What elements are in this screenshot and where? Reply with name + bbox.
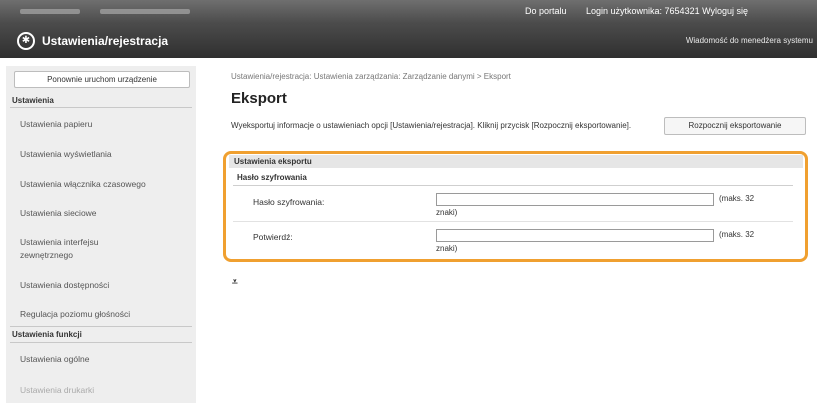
sidebar: Ponownie uruchom urządzenie Ustawienia U… [6, 66, 196, 403]
top-bar: Do portalu Login użytkownika: 7654321 Wy… [0, 0, 817, 24]
title-bar: ✱ Ustawienia/rejestracja Wiadomość do me… [0, 24, 817, 58]
portal-link[interactable]: Do portalu [525, 6, 567, 16]
export-settings-panel: Ustawienia eksportu Hasło szyfrowania Ha… [229, 155, 803, 258]
page-title: Eksport [231, 90, 287, 107]
page-description: Wyeksportuj informacje o ustawieniach op… [231, 121, 632, 130]
confirm-hint-cont: znaki) [436, 244, 458, 253]
sidebar-item-accessibility[interactable]: Ustawienia dostępności [20, 279, 185, 292]
sidebar-item-general[interactable]: Ustawienia ogólne [20, 353, 185, 366]
sidebar-item-external-interface[interactable]: Ustawienia interfejsu zewnętrznego [20, 236, 140, 262]
encryption-password-input[interactable] [436, 193, 714, 206]
admin-message-link[interactable]: Wiadomość do menedżera systemu [686, 36, 813, 45]
sidebar-item-timer[interactable]: Ustawienia włącznika czasowego [20, 178, 185, 191]
breadcrumb: Ustawienia/rejestracja: Ustawienia zarzą… [231, 72, 511, 81]
divider [233, 221, 793, 222]
divider [10, 342, 192, 343]
login-info: Login użytkownika: 7654321 Wyloguj się [586, 6, 749, 16]
sidebar-section-function: Ustawienia funkcji [12, 330, 82, 339]
confirm-password-input[interactable] [436, 229, 714, 242]
encryption-subsection-title: Hasło szyfrowania [237, 173, 307, 182]
password-label: Hasło szyfrowania: [253, 197, 325, 207]
panel-title: Ustawienia eksportu [229, 155, 803, 168]
to-top-icon[interactable]: ⩡ [232, 277, 238, 288]
sidebar-item-volume[interactable]: Regulacja poziomu głośności [20, 308, 185, 321]
password-hint-cont: znaki) [436, 208, 458, 217]
app-title: Ustawienia/rejestracja [42, 34, 169, 48]
blurred-text [20, 9, 80, 14]
sidebar-item-network[interactable]: Ustawienia sieciowe [20, 207, 185, 220]
divider [10, 326, 192, 327]
sidebar-item-paper[interactable]: Ustawienia papieru [20, 118, 185, 131]
divider [233, 185, 793, 186]
confirm-hint: (maks. 32 [719, 230, 755, 239]
password-hint: (maks. 32 [719, 194, 755, 203]
sidebar-item-display[interactable]: Ustawienia wyświetlania [20, 148, 185, 161]
sidebar-section-settings: Ustawienia [12, 96, 54, 105]
settings-gear-icon: ✱ [17, 32, 35, 50]
restart-device-button[interactable]: Ponownie uruchom urządzenie [14, 71, 190, 88]
divider [10, 107, 192, 108]
blurred-text [100, 9, 190, 14]
confirm-label: Potwierdź: [253, 232, 293, 242]
sidebar-item-printer[interactable]: Ustawienia drukarki [20, 384, 185, 397]
start-export-button[interactable]: Rozpocznij eksportowanie [664, 117, 806, 135]
